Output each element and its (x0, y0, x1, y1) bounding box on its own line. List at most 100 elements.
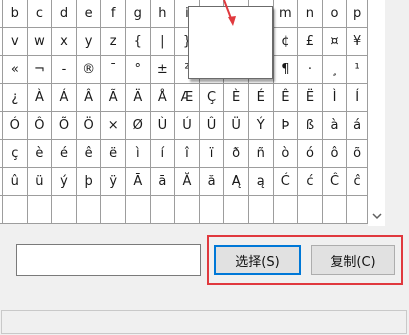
char-cell[interactable]: « (3, 56, 28, 84)
char-cell[interactable] (347, 196, 368, 224)
char-cell[interactable]: û (3, 168, 28, 196)
char-cell[interactable]: ° (125, 56, 151, 84)
char-cell[interactable]: ¬ (27, 56, 53, 84)
char-cell[interactable]: Ý (248, 112, 274, 140)
char-cell[interactable] (273, 196, 299, 224)
char-cell[interactable] (224, 196, 249, 224)
vertical-scrollbar[interactable] (368, 0, 385, 226)
char-cell[interactable]: h (150, 0, 176, 28)
char-cell[interactable]: ò (273, 140, 299, 168)
char-cell[interactable] (76, 196, 102, 224)
char-cell[interactable]: Å (150, 84, 176, 112)
char-cell[interactable]: d (52, 0, 77, 28)
characters-to-copy-input[interactable] (16, 244, 201, 276)
char-cell[interactable]: | (150, 28, 176, 56)
char-cell[interactable]: y (76, 28, 102, 56)
char-cell[interactable]: ¢ (273, 28, 299, 56)
char-cell[interactable]: £ (298, 28, 323, 56)
char-cell[interactable]: è (27, 140, 53, 168)
char-cell[interactable]: ÿ (101, 168, 126, 196)
char-cell[interactable]: ý (52, 168, 77, 196)
char-cell[interactable]: ¹ (347, 56, 368, 84)
char-cell[interactable]: É (248, 84, 274, 112)
char-cell[interactable]: á (347, 112, 368, 140)
char-cell[interactable] (101, 196, 126, 224)
char-cell[interactable]: Ó (3, 112, 28, 140)
char-cell[interactable]: Ă (175, 168, 200, 196)
char-cell[interactable]: · (298, 56, 323, 84)
char-cell[interactable] (248, 196, 274, 224)
char-cell[interactable]: ñ (248, 140, 274, 168)
char-cell[interactable]: Ä (125, 84, 151, 112)
char-cell[interactable]: í (150, 140, 176, 168)
char-cell[interactable]: f (101, 0, 126, 28)
char-cell[interactable]: e (76, 0, 102, 28)
char-cell[interactable]: Ø (125, 112, 151, 140)
char-cell[interactable]: Ù (150, 112, 176, 140)
char-cell[interactable]: × (101, 112, 126, 140)
char-cell[interactable]: b (3, 0, 28, 28)
char-cell[interactable] (27, 196, 53, 224)
char-cell[interactable]: Ì (322, 84, 348, 112)
char-cell[interactable]: w (27, 28, 53, 56)
scroll-down-button[interactable] (370, 209, 384, 223)
char-cell[interactable]: Ā (125, 168, 151, 196)
character-grid[interactable]: b c d e f g h i m n o p v w x y z{|} ¢ £ ¤ ¥ «¬ - ® ¯ ° ± ² ¶ · ¸ ¹ ¿ À Á Â… (0, 0, 368, 224)
char-cell[interactable]: ¸ (322, 56, 348, 84)
char-cell[interactable]: ü (27, 168, 53, 196)
char-cell[interactable]: Ô (27, 112, 53, 140)
select-button[interactable]: 选择(S) (214, 245, 301, 275)
char-cell[interactable]: p (347, 0, 368, 28)
char-cell[interactable]: ð (224, 140, 249, 168)
char-cell[interactable]: c (27, 0, 53, 28)
char-cell[interactable]: à (322, 112, 348, 140)
char-cell[interactable]: ¶ (273, 56, 299, 84)
char-cell[interactable]: Þ (273, 112, 299, 140)
char-cell[interactable]: Ć (273, 168, 299, 196)
char-cell[interactable]: ą (248, 168, 274, 196)
char-cell[interactable]: o (322, 0, 348, 28)
char-cell[interactable]: Ü (224, 112, 249, 140)
char-cell[interactable]: ó (298, 140, 323, 168)
char-cell[interactable]: Í (347, 84, 368, 112)
char-cell[interactable]: Õ (52, 112, 77, 140)
char-cell[interactable]: ć (298, 168, 323, 196)
char-cell[interactable]: î (175, 140, 200, 168)
char-cell[interactable]: ß (298, 112, 323, 140)
char-cell[interactable]: { (125, 28, 151, 56)
char-cell[interactable]: ® (76, 56, 102, 84)
char-cell[interactable] (3, 196, 28, 224)
char-cell[interactable]: n (298, 0, 323, 28)
char-cell[interactable]: ¤ (322, 28, 348, 56)
char-cell[interactable]: õ (347, 140, 368, 168)
char-cell[interactable] (52, 196, 77, 224)
char-cell[interactable]: È (224, 84, 249, 112)
char-cell[interactable]: ā (150, 168, 176, 196)
char-cell[interactable]: z (101, 28, 126, 56)
char-cell[interactable]: ë (101, 140, 126, 168)
char-cell[interactable]: ç (3, 140, 28, 168)
char-cell[interactable]: Á (52, 84, 77, 112)
char-cell[interactable]: Â (76, 84, 102, 112)
char-cell[interactable]: Ç (199, 84, 225, 112)
char-cell[interactable]: g (125, 0, 151, 28)
char-cell[interactable]: Ö (76, 112, 102, 140)
char-cell[interactable]: ê (76, 140, 102, 168)
char-cell[interactable]: À (27, 84, 53, 112)
char-cell[interactable]: v (3, 28, 28, 56)
char-cell[interactable] (298, 196, 323, 224)
char-cell[interactable]: Ê (273, 84, 299, 112)
char-cell[interactable]: Æ (175, 84, 200, 112)
char-cell[interactable] (125, 196, 151, 224)
char-cell[interactable]: Ą (224, 168, 249, 196)
char-cell[interactable]: ¥ (347, 28, 368, 56)
char-cell[interactable]: ô (322, 140, 348, 168)
char-cell[interactable]: Ĉ (322, 168, 348, 196)
char-cell[interactable] (322, 196, 348, 224)
char-cell[interactable]: Ã (101, 84, 126, 112)
copy-button[interactable]: 复制(C) (311, 245, 395, 275)
char-cell[interactable]: ï (199, 140, 225, 168)
char-cell[interactable]: þ (76, 168, 102, 196)
char-cell[interactable]: ă (199, 168, 225, 196)
char-cell[interactable]: m (273, 0, 299, 28)
